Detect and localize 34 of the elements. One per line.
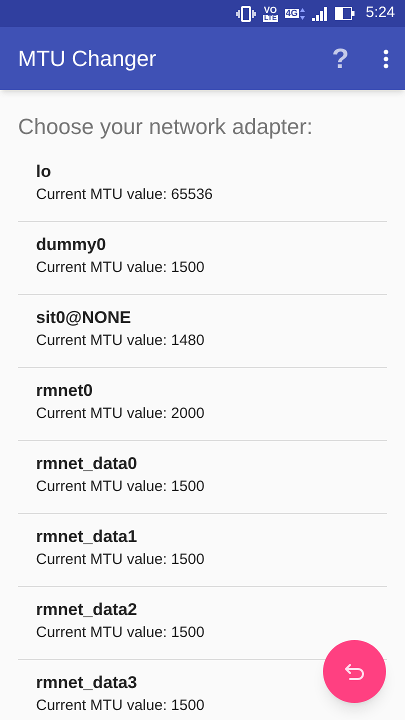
undo-icon: [344, 664, 364, 680]
adapter-item[interactable]: lo Current MTU value: 65536: [18, 149, 387, 222]
adapter-name: dummy0: [36, 234, 107, 256]
data-arrows-icon: [300, 8, 305, 20]
signal-icon: [312, 6, 328, 20]
overflow-menu-icon[interactable]: [383, 48, 389, 68]
adapter-item[interactable]: rmnet0 Current MTU value: 2000: [18, 368, 387, 441]
mtu-value: Current MTU value: 1500: [36, 477, 206, 497]
adapter-item[interactable]: rmnet_data1 Current MTU value: 1500: [18, 514, 387, 587]
mtu-value: Current MTU value: 1500: [36, 696, 206, 716]
adapter-name: rmnet_data0: [36, 453, 138, 475]
mtu-value: Current MTU value: 1500: [36, 258, 206, 278]
app-title: MTU Changer: [18, 45, 158, 73]
mtu-value: Current MTU value: 1500: [36, 623, 206, 643]
adapter-name: rmnet_data3: [36, 672, 138, 694]
clock: 5:24: [366, 3, 395, 24]
adapter-item[interactable]: sit0@NONE Current MTU value: 1480: [18, 295, 387, 368]
adapter-item[interactable]: rmnet_data0 Current MTU value: 1500: [18, 441, 387, 514]
adapter-name: lo: [36, 161, 52, 183]
adapter-name: rmnet_data2: [36, 599, 138, 621]
vibrate-icon: [236, 6, 256, 22]
battery-icon: [334, 7, 355, 20]
mtu-value: Current MTU value: 2000: [36, 404, 206, 424]
mtu-value: Current MTU value: 1480: [36, 331, 206, 351]
network-type-icon: 4G: [284, 9, 299, 18]
mtu-value: Current MTU value: 65536: [36, 185, 214, 205]
adapter-item[interactable]: rmnet_data3 Current MTU value: 1500: [18, 660, 387, 720]
mtu-value: Current MTU value: 1500: [36, 550, 206, 570]
adapter-name: rmnet0: [36, 380, 94, 402]
help-button[interactable]: ?: [332, 38, 349, 80]
adapter-item[interactable]: dummy0 Current MTU value: 1500: [18, 222, 387, 295]
section-heading: Choose your network adapter:: [17, 113, 314, 141]
adapter-name: rmnet_data1: [36, 526, 138, 548]
adapter-name: sit0@NONE: [36, 307, 132, 329]
